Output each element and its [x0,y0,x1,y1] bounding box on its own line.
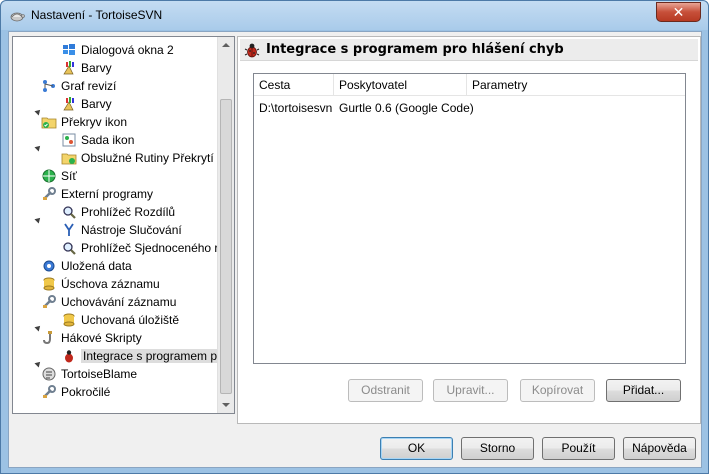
panel-header: Integrace s programem pro hlášení chyb [240,39,698,61]
sidebar-item-label: Uchovávání záznamu [61,295,177,309]
add-button[interactable]: Přidat... [606,379,681,402]
sidebar-item[interactable]: Prohlížeč Rozdílů [61,203,175,221]
column-header-parameters[interactable]: Parametry [467,74,685,96]
cell-path: D:\tortoisesvn [259,101,333,115]
bug-icon [244,43,260,57]
bugtraq-list[interactable]: Cesta Poskytovatel Parametry D:\tortoise… [253,73,686,364]
sidebar-item-label: Nástroje Slučování [81,223,182,237]
sidebar-item-label: Prohlížeč Sjednoceného r [81,241,219,255]
expander-prekryv-ikon [34,145,41,152]
sidebar-item-label: Prohlížeč Rozdílů [81,205,176,219]
sidebar-item-label: Barvy [81,97,112,111]
apply-button[interactable]: Použít [542,437,615,460]
sidebar-item[interactable]: Prohlížeč Sjednoceného r [61,239,218,257]
sidebar-item-label: Externí programy [61,187,154,201]
settings-window: Nastavení - TortoiseSVN ✕ Dialogová okna… [0,0,709,474]
sidebar-item[interactable]: Dialogová okna 2 [61,41,174,59]
help-button[interactable]: Nápověda [623,437,696,460]
sidebar-item-label: Úschova záznamu [61,277,160,291]
tortoise-app-icon [10,12,25,22]
cell-provider: Gurtle 0.6 (Google Code) [339,101,474,115]
list-header: Cesta Poskytovatel Parametry [254,74,685,96]
remove-button[interactable]: Odstranit [348,379,423,402]
close-button[interactable]: ✕ [656,2,701,22]
sidebar-item[interactable]: Nástroje Slučování [61,221,182,239]
table-row[interactable]: D:\tortoisesvn Gurtle 0.6 (Google Code) [254,99,685,117]
sidebar-item-label: Obslužné Rutiny Překrytí [81,151,214,165]
scroll-thumb[interactable] [220,99,232,394]
tree-scrollbar[interactable] [217,37,234,413]
expander-uchovavani [34,325,41,332]
expander-hakove-skripty [34,361,41,368]
sidebar-item-label: Barvy [81,61,112,75]
settings-tree[interactable]: Dialogová okna 2 Barvy Graf revizí Barvy Pře… [12,36,235,414]
copy-button[interactable]: Kopírovat [520,379,595,402]
ok-button[interactable]: OK [380,437,453,460]
sidebar-item-label: Uchovaná úložiště [81,313,180,327]
sidebar-item-label: Hákové Skripty [61,331,142,345]
sidebar-item-label: Dialogová okna 2 [81,43,174,57]
edit-button[interactable]: Upravit... [433,379,508,402]
tree-expanders [34,109,41,368]
panel-title: Integrace s programem pro hlášení chyb [266,42,564,57]
expander-graf-revizi [34,109,41,116]
column-header-path[interactable]: Cesta [254,74,334,96]
column-header-provider[interactable]: Poskytovatel [334,74,467,96]
sidebar-item[interactable]: Obslužné Rutiny Překrytí [61,149,214,167]
sidebar-item[interactable]: Integrace s programem p [61,347,220,365]
title-bar[interactable]: Nastavení - TortoiseSVN ✕ [1,1,708,30]
scroll-down-arrow-icon[interactable] [222,403,230,407]
scroll-up-arrow-icon[interactable] [222,43,230,47]
sidebar-item-label: Integrace s programem p [81,349,220,363]
window-title: Nastavení - TortoiseSVN [31,8,163,22]
bugtraq-panel: Integrace s programem pro hlášení chyb C… [237,36,701,424]
cell-parameters [467,99,685,117]
cancel-button[interactable]: Storno [461,437,534,460]
expander-externi-programy [34,217,41,224]
sidebar-item[interactable]: Uchovaná úložiště [61,311,179,329]
dialog-body: Dialogová okna 2 Barvy Graf revizí Barvy Pře… [8,31,702,468]
sidebar-item-label: Sada ikon [81,133,135,147]
